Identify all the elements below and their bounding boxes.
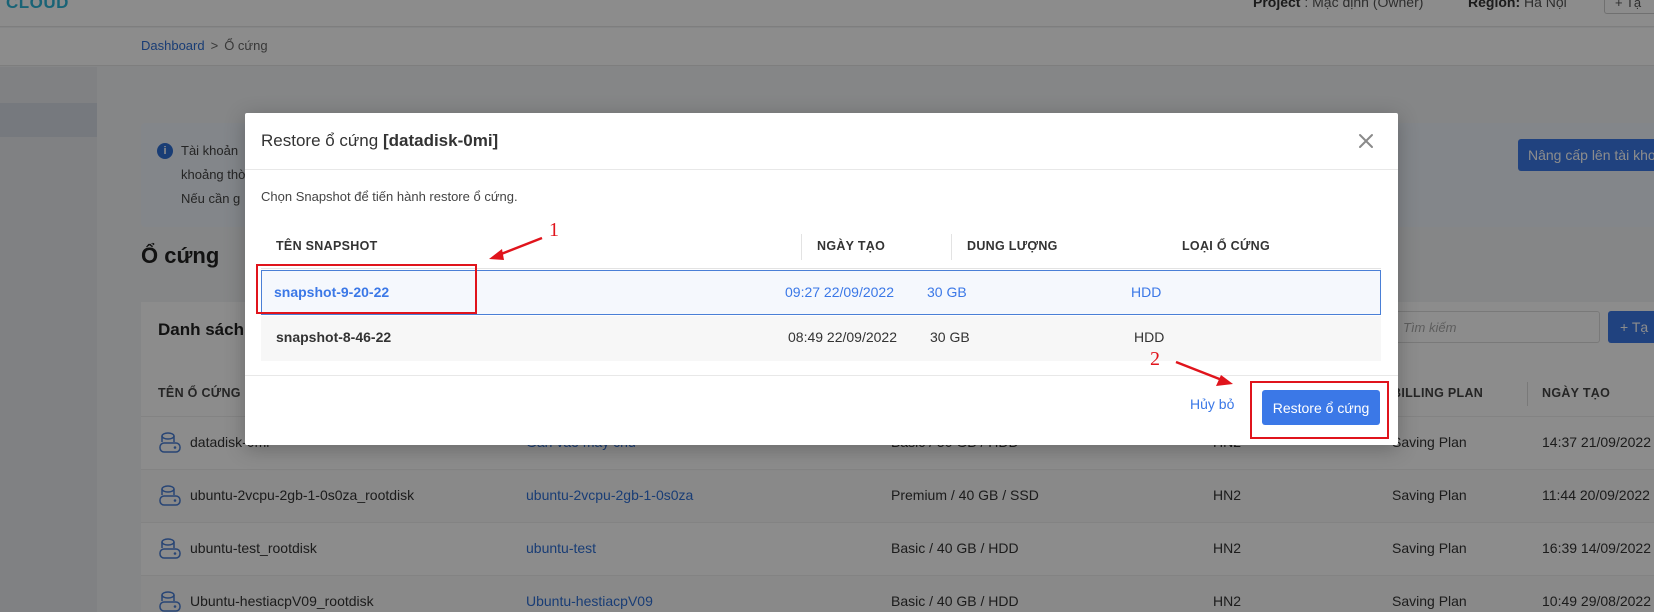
snapshot-name: snapshot-8-46-22 xyxy=(276,329,392,345)
annotation-step-1: 1 xyxy=(549,219,559,241)
close-button[interactable] xyxy=(1353,128,1379,154)
annotation-step-2: 2 xyxy=(1150,348,1160,370)
modal-title: Restore ổ cứng [datadisk-0mi] xyxy=(261,131,498,151)
cancel-button[interactable]: Hủy bỏ xyxy=(1190,396,1234,412)
col-header-snapshot-size: DUNG LƯỢNG xyxy=(967,239,1058,253)
column-divider xyxy=(801,234,802,260)
snapshot-created: 09:27 22/09/2022 xyxy=(785,284,894,300)
col-header-snapshot-created: NGÀY TẠO xyxy=(817,239,886,253)
snapshot-disk-type: HDD xyxy=(1134,329,1165,345)
modal-description: Chọn Snapshot để tiến hành restore ổ cứn… xyxy=(261,189,518,204)
snapshot-disk-type: HDD xyxy=(1131,284,1162,300)
modal-title-prefix: Restore ổ cứng xyxy=(261,131,383,150)
modal-header: Restore ổ cứng [datadisk-0mi] xyxy=(245,113,1398,170)
snapshot-size: 30 GB xyxy=(927,284,967,300)
col-header-disk-type: LOẠI Ổ CỨNG xyxy=(1182,239,1270,253)
annotation-highlight-restore-button xyxy=(1250,381,1389,439)
snapshot-created: 08:49 22/09/2022 xyxy=(788,329,897,345)
column-divider xyxy=(951,234,952,260)
snapshot-size: 30 GB xyxy=(930,329,970,345)
modal-title-disk-name: [datadisk-0mi] xyxy=(382,131,499,150)
modal-footer-divider xyxy=(245,375,1398,376)
annotation-highlight-snapshot xyxy=(256,264,477,314)
close-icon xyxy=(1359,134,1373,148)
snapshot-row[interactable]: snapshot-8-46-22 08:49 22/09/2022 30 GB … xyxy=(261,316,1381,361)
col-header-snapshot-name: TÊN SNAPSHOT xyxy=(276,239,378,253)
